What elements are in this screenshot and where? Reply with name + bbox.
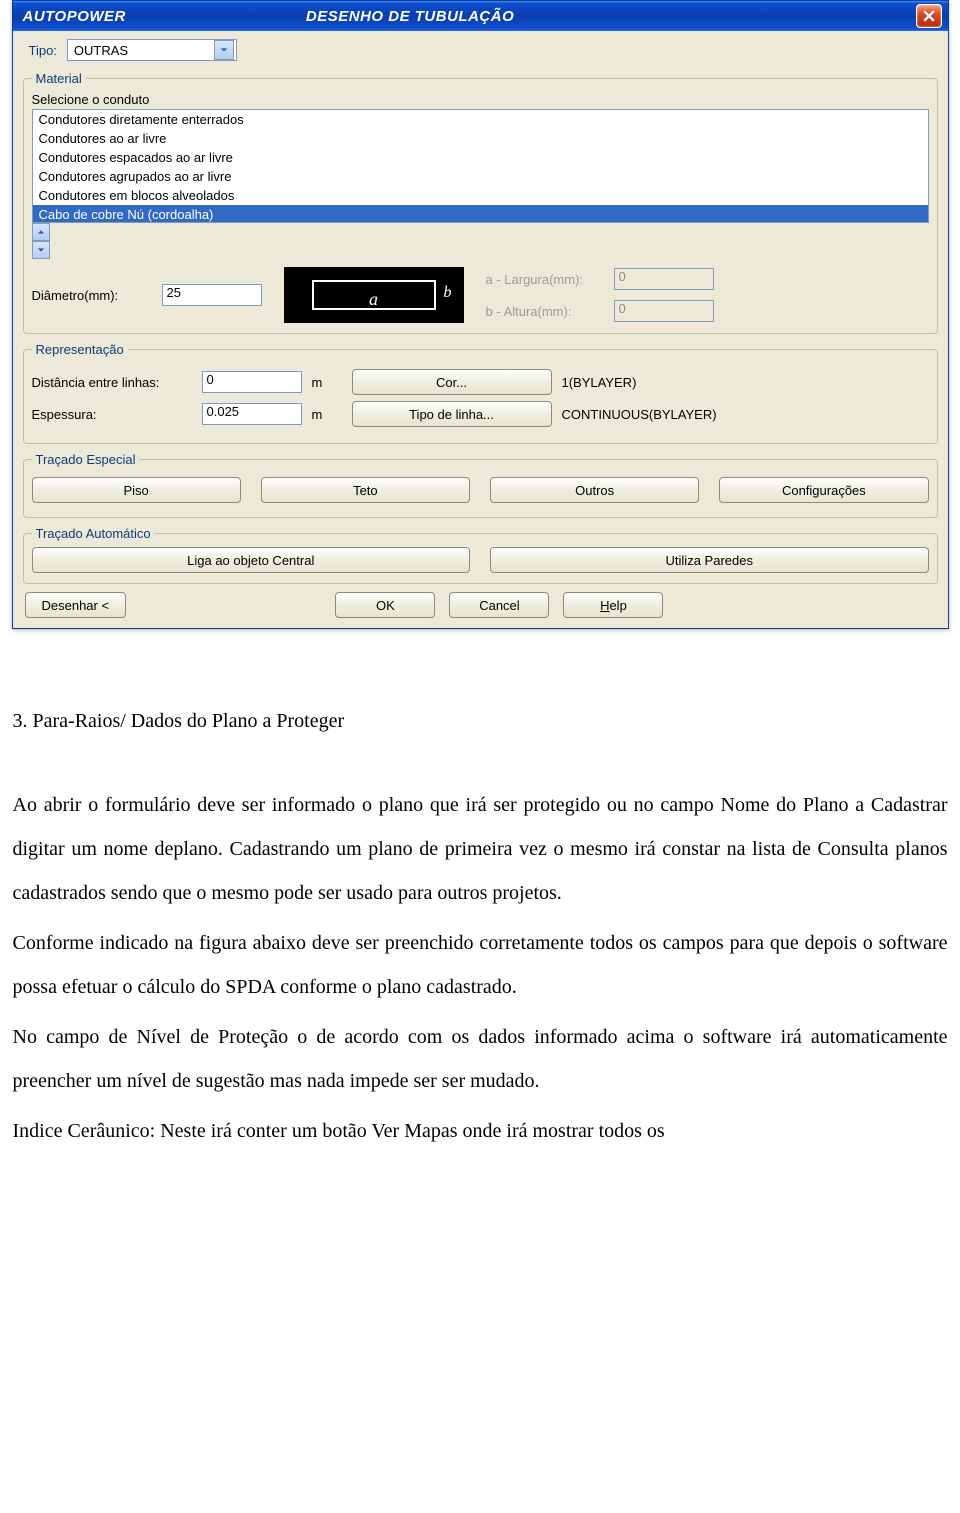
scroll-down-icon[interactable] [32,241,50,259]
largura-input: 0 [614,268,714,290]
tipo-label: Tipo: [29,43,57,58]
doc-paragraph: Ao abrir o formulário deve ser informado… [13,783,948,915]
tracado-automatico-group: Traçado Automático Liga ao objeto Centra… [23,526,938,584]
close-button[interactable] [916,4,942,28]
tipo-linha-value: CONTINUOUS(BYLAYER) [562,407,717,422]
listbox-scrollbar[interactable] [32,223,929,259]
dimension-graphic: a b [284,267,464,323]
cor-button[interactable]: Cor... [352,369,552,395]
app-title: AUTOPOWER [23,8,126,25]
cor-value: 1(BYLAYER) [562,375,637,390]
list-item[interactable]: Condutores espacados ao ar livre [33,148,928,167]
espessura-label: Espessura: [32,407,132,422]
representacao-group: Representação Distância entre linhas: 0 … [23,342,938,444]
doc-paragraph: Indice Cerâunico: Neste irá conter um bo… [13,1109,948,1153]
teto-button[interactable]: Teto [261,477,470,503]
chevron-down-icon[interactable] [214,40,234,60]
liga-objeto-central-button[interactable]: Liga ao objeto Central [32,547,471,573]
list-item[interactable]: Condutores agrupados ao ar livre [33,167,928,186]
ok-button[interactable]: OK [335,592,435,618]
diametro-input[interactable]: 25 [162,284,262,306]
scroll-up-icon[interactable] [32,223,50,241]
espessura-input[interactable]: 0.025 [202,403,302,425]
material-legend: Material [32,71,86,86]
desenhar-button[interactable]: Desenhar < [25,592,127,618]
window-title: DESENHO DE TUBULAÇÃO [306,8,514,25]
tracado-automatico-legend: Traçado Automático [32,526,155,541]
tipo-combobox[interactable]: OUTRAS [67,39,237,61]
list-item[interactable]: Condutores em blocos alveolados [33,186,928,205]
configuracoes-button[interactable]: Configurações [719,477,928,503]
representacao-legend: Representação [32,342,128,357]
doc-paragraph: No campo de Nível de Proteção o de acord… [13,1015,948,1103]
distancia-label: Distância entre linhas: [32,375,192,390]
utiliza-paredes-button[interactable]: Utiliza Paredes [490,547,929,573]
dialog-window: AUTOPOWER DESENHO DE TUBULAÇÃO Tipo: OUT… [12,0,949,629]
piso-button[interactable]: Piso [32,477,241,503]
tipo-value: OUTRAS [74,43,214,58]
list-item[interactable]: Condutores diretamente enterrados [33,110,928,129]
doc-heading: 3. Para-Raios/ Dados do Plano a Proteger [13,710,345,732]
largura-label: a - Largura(mm): [486,272,606,287]
help-button[interactable]: Help [563,592,663,618]
tipo-linha-button[interactable]: Tipo de linha... [352,401,552,427]
espessura-unit: m [312,407,342,422]
material-hint: Selecione o conduto [32,92,929,107]
conduto-listbox[interactable]: Condutores diretamente enterrados Condut… [32,109,929,223]
altura-input: 0 [614,300,714,322]
cancel-button[interactable]: Cancel [449,592,549,618]
tracado-especial-legend: Traçado Especial [32,452,140,467]
a-symbol: a [369,289,378,310]
list-item-selected[interactable]: Cabo de cobre Nú (cordoalha) [33,205,928,223]
doc-paragraph: Conforme indicado na figura abaixo deve … [13,921,948,1009]
outros-button[interactable]: Outros [490,477,699,503]
diametro-label: Diâmetro(mm): [32,288,152,303]
titlebar[interactable]: AUTOPOWER DESENHO DE TUBULAÇÃO [13,1,948,31]
b-symbol: b [444,284,452,302]
document-text: 3. Para-Raios/ Dados do Plano a Proteger… [3,699,958,1199]
material-group: Material Selecione o conduto Condutores … [23,71,938,334]
close-icon [923,10,935,22]
list-item[interactable]: Condutores ao ar livre [33,129,928,148]
altura-label: b - Altura(mm): [486,304,606,319]
distancia-unit: m [312,375,342,390]
tracado-especial-group: Traçado Especial Piso Teto Outros Config… [23,452,938,518]
distancia-input[interactable]: 0 [202,371,302,393]
